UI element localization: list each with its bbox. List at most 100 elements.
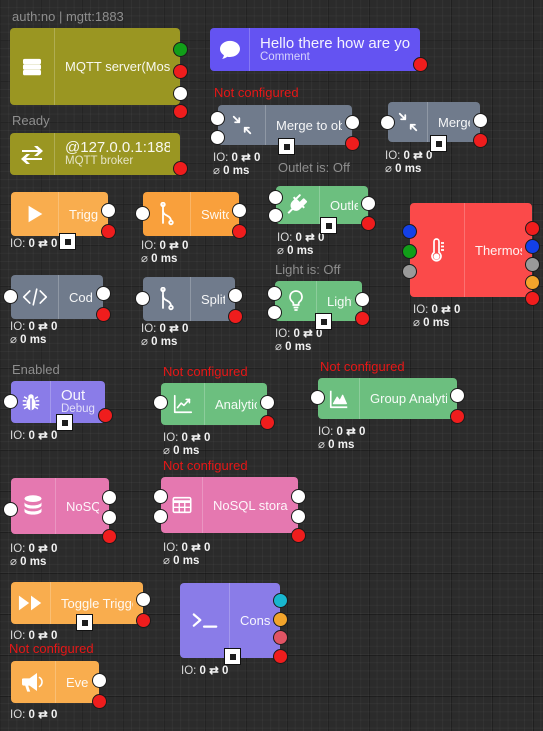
node-debug-out[interactable]: Out Debug <box>3 381 113 431</box>
output-port-red[interactable] <box>291 528 306 543</box>
node-console[interactable]: Console <box>180 583 288 665</box>
output-port-white[interactable] <box>173 86 188 101</box>
output-port-white[interactable] <box>473 113 488 128</box>
output-port-white[interactable] <box>102 490 117 505</box>
output-port-white[interactable] <box>291 509 306 524</box>
node-analytics[interactable]: Analytics <box>153 383 275 430</box>
output-port-white[interactable] <box>96 286 111 301</box>
output-port-red[interactable] <box>228 309 243 324</box>
input-port-green[interactable] <box>402 244 417 259</box>
input-port-white[interactable] <box>268 190 283 205</box>
node-toggle-trigger[interactable]: Toggle Trigger <box>11 582 151 631</box>
output-port-red[interactable] <box>355 311 370 326</box>
node-outlet[interactable]: Outlet <box>268 186 376 234</box>
input-port-white[interactable] <box>210 130 225 145</box>
output-port-red[interactable] <box>273 649 288 664</box>
output-port-orange[interactable] <box>273 612 288 627</box>
flow-canvas[interactable]: MQTT server(Mosca) @127.0.0.1:1883MQTT br… <box>0 0 543 731</box>
output-port-white[interactable] <box>291 489 306 504</box>
node-nosql[interactable]: NoSQL <box>3 478 117 544</box>
output-port-white[interactable] <box>260 395 275 410</box>
node-config-handle[interactable] <box>320 217 337 234</box>
node-mqtt-server[interactable]: MQTT server(Mosca) <box>10 28 188 119</box>
output-port-green[interactable] <box>173 42 188 57</box>
node-merge[interactable]: Merge <box>380 102 488 152</box>
output-port-blue[interactable] <box>525 239 540 254</box>
input-port-white[interactable] <box>153 395 168 410</box>
node-label-group: NoSQL <box>56 499 109 514</box>
input-port-gray[interactable] <box>402 264 417 279</box>
input-port-blue[interactable] <box>402 224 417 239</box>
output-port-red[interactable] <box>413 57 428 72</box>
node-config-handle[interactable] <box>430 135 447 152</box>
input-port-white[interactable] <box>3 289 18 304</box>
node-config-handle[interactable] <box>224 648 241 665</box>
output-port-red[interactable] <box>101 224 116 239</box>
input-port-white[interactable] <box>135 206 150 221</box>
node-trigger[interactable]: Trigger <box>11 192 116 250</box>
output-port-red[interactable] <box>173 161 188 176</box>
output-port-white[interactable] <box>450 388 465 403</box>
output-port-white[interactable] <box>232 203 247 218</box>
input-port-white[interactable] <box>3 502 18 517</box>
io-stat: IO: 0 ⇄ 0 <box>181 665 228 678</box>
output-port-red[interactable] <box>345 136 360 151</box>
input-port-white[interactable] <box>153 489 168 504</box>
output-port-white[interactable] <box>102 510 117 525</box>
node-config-handle[interactable] <box>76 614 93 631</box>
output-port-red[interactable] <box>260 415 275 430</box>
output-port-red[interactable] <box>98 408 113 423</box>
output-port-red[interactable] <box>92 694 107 709</box>
node-mqtt-broker[interactable]: @127.0.0.1:1883 MQTT broker <box>10 133 188 176</box>
node-code[interactable]: Code <box>3 275 111 322</box>
output-port-cyan[interactable] <box>273 593 288 608</box>
output-port-gray[interactable] <box>525 257 540 272</box>
output-port-white[interactable] <box>361 196 376 211</box>
input-port-white[interactable] <box>153 509 168 524</box>
node-comment[interactable]: Hello there how are you Comment <box>210 28 428 72</box>
node-config-handle[interactable] <box>59 233 76 250</box>
output-port-pink[interactable] <box>273 630 288 645</box>
node-light[interactable]: Light <box>267 281 370 330</box>
note-mqtt-server-header: auth:no | mgtt:1883 <box>12 9 124 24</box>
io-label: IO: <box>163 432 179 444</box>
output-port-red[interactable] <box>525 291 540 306</box>
input-port-white[interactable] <box>267 286 282 301</box>
node-group-analytics[interactable]: Group Analytics <box>310 378 465 424</box>
output-port-red[interactable] <box>525 221 540 236</box>
output-port-red[interactable] <box>136 613 151 628</box>
input-port-white[interactable] <box>310 390 325 405</box>
node-thermostat[interactable]: Thermostat <box>402 203 540 306</box>
output-port-red[interactable] <box>473 133 488 148</box>
output-port-red[interactable] <box>102 529 117 544</box>
output-port-white[interactable] <box>92 673 107 688</box>
output-port-red[interactable] <box>173 104 188 119</box>
output-port-white[interactable] <box>136 592 151 607</box>
input-port-white[interactable] <box>267 305 282 320</box>
output-port-red[interactable] <box>361 216 376 231</box>
output-port-orange[interactable] <box>525 275 540 290</box>
node-config-handle[interactable] <box>315 313 332 330</box>
output-port-white[interactable] <box>101 203 116 218</box>
output-port-red[interactable] <box>232 224 247 239</box>
node-nosql-storage[interactable]: NoSQL storage <box>153 477 306 543</box>
input-port-white[interactable] <box>268 208 283 223</box>
node-label-group: Thermostat <box>465 243 532 258</box>
input-port-white[interactable] <box>380 115 395 130</box>
output-port-white[interactable] <box>355 292 370 307</box>
node-event[interactable]: Event <box>11 661 107 709</box>
node-config-handle[interactable] <box>56 414 73 431</box>
input-port-white[interactable] <box>135 291 150 306</box>
input-port-white[interactable] <box>3 394 18 409</box>
node-split[interactable]: Split <box>135 277 243 324</box>
output-port-red[interactable] <box>173 64 188 79</box>
output-port-white[interactable] <box>228 288 243 303</box>
node-merge-to-object[interactable]: Merge to object <box>210 105 360 155</box>
input-port-white[interactable] <box>210 111 225 126</box>
node-config-handle[interactable] <box>278 138 295 155</box>
io-label: IO: <box>141 323 157 335</box>
output-port-red[interactable] <box>450 409 465 424</box>
output-port-white[interactable] <box>345 115 360 130</box>
node-switch[interactable]: Switch <box>135 192 247 239</box>
output-port-red[interactable] <box>96 307 111 322</box>
